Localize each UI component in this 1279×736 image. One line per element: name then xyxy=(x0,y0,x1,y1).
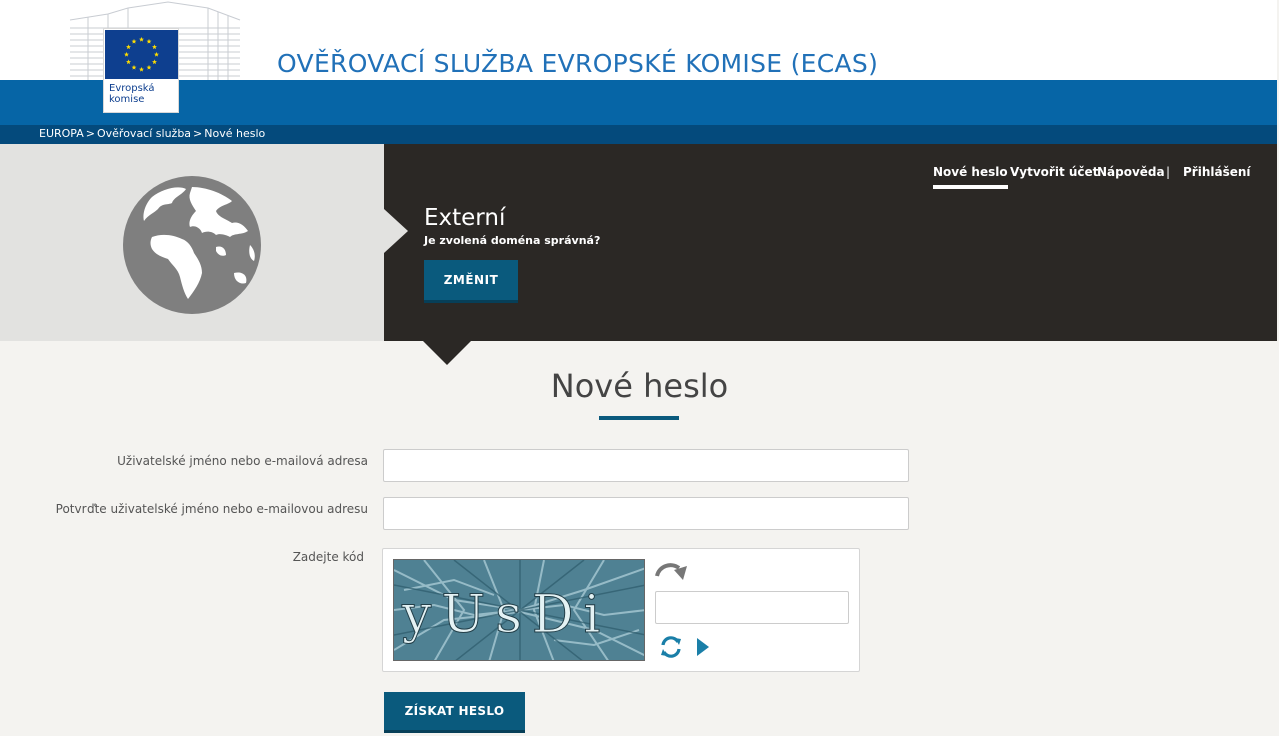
eu-star-icon xyxy=(152,59,157,65)
eu-star-icon xyxy=(126,44,131,50)
logo-text-line2: komise xyxy=(109,94,145,105)
eu-star-icon xyxy=(131,38,137,44)
breadcrumb-item-auth-service[interactable]: Ověřovací služba xyxy=(97,127,191,140)
breadcrumb-separator: > xyxy=(193,127,203,140)
captcha-label: Zadejte kód xyxy=(292,550,364,564)
confirm-username-input[interactable] xyxy=(383,497,909,530)
eu-stars-icon xyxy=(124,36,159,72)
captcha-input[interactable] xyxy=(655,591,849,624)
hero-notch-bottom xyxy=(423,341,471,365)
eu-star-icon xyxy=(154,51,159,57)
header-blue-band xyxy=(0,80,1277,125)
eu-star-icon xyxy=(124,51,129,57)
breadcrumb-item-current: Nové heslo xyxy=(204,127,266,140)
site-title: OVĚŘOVACÍ SLUŽBA EVROPSKÉ KOMISE (ECAS) xyxy=(277,49,879,78)
confirm-username-label: Potvrďte uživatelské jméno nebo e-mailov… xyxy=(55,502,368,516)
nav-login[interactable]: Přihlášení xyxy=(1183,165,1251,179)
play-audio-icon[interactable] xyxy=(695,636,711,658)
domain-name: Externí xyxy=(424,205,506,231)
title-underline xyxy=(599,416,679,420)
nav-divider: | xyxy=(1166,165,1171,179)
eu-star-icon xyxy=(131,64,137,70)
captcha-text: yUsDi xyxy=(401,585,610,645)
logo-text: Evropská komise xyxy=(109,83,155,105)
eu-star-icon xyxy=(146,64,152,70)
eu-star-icon xyxy=(126,59,131,65)
username-input[interactable] xyxy=(383,449,909,482)
captcha-image: yUsDi xyxy=(393,559,645,661)
breadcrumb-separator: > xyxy=(85,127,95,140)
eu-star-icon xyxy=(146,38,152,44)
refresh-icon[interactable] xyxy=(659,635,683,659)
ec-logo[interactable]: Evropská komise xyxy=(103,28,179,113)
page-title: Nové heslo xyxy=(550,367,729,405)
eu-star-icon xyxy=(139,66,144,72)
breadcrumb: EUROPA > Ověřovací služba > Nové heslo xyxy=(39,127,265,140)
nav-create-account[interactable]: Vytvořit účet xyxy=(1010,165,1098,179)
change-domain-button[interactable]: ZMĚNIT xyxy=(424,260,518,300)
nav-help[interactable]: Nápověda xyxy=(1097,165,1165,179)
domain-question: Je zvolená doména správná? xyxy=(424,234,601,247)
eu-star-icon xyxy=(152,44,157,50)
nav-new-password[interactable]: Nové heslo xyxy=(933,165,1008,189)
redo-arrow-icon[interactable] xyxy=(653,560,691,588)
eu-flag xyxy=(105,30,178,79)
logo-text-line1: Evropská xyxy=(109,83,155,94)
get-password-button[interactable]: ZÍSKAT HESLO xyxy=(384,692,525,730)
eu-star-icon xyxy=(139,36,144,42)
breadcrumb-item-europa[interactable]: EUROPA xyxy=(39,127,84,140)
hero-notch-left xyxy=(384,209,408,253)
username-label: Uživatelské jméno nebo e-mailová adresa xyxy=(117,454,368,468)
globe-icon xyxy=(123,176,261,314)
